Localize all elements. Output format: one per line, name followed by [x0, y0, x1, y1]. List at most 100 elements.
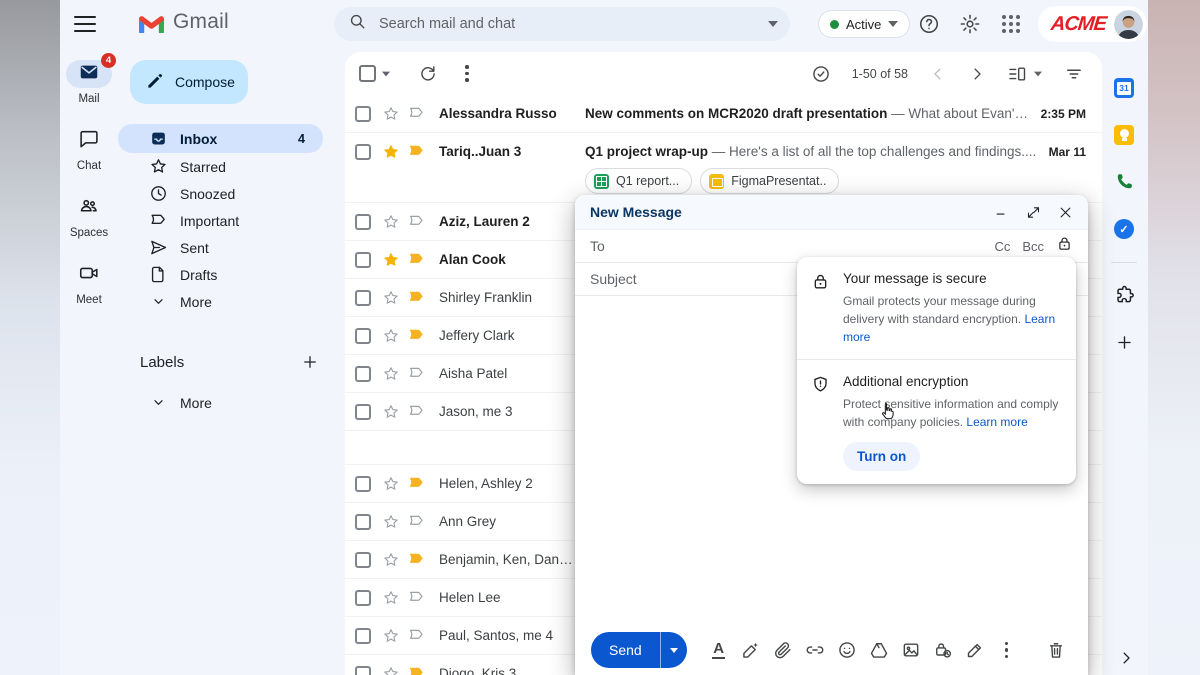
addons-puzzle-icon[interactable]	[1106, 277, 1142, 313]
panel-collapse-chevron-icon[interactable]	[1112, 646, 1140, 670]
sidebar-item-drafts[interactable]: Drafts	[118, 261, 323, 288]
importance-marker-icon[interactable]	[407, 288, 426, 307]
row-checkbox[interactable]	[355, 251, 371, 268]
row-checkbox[interactable]	[355, 403, 371, 420]
rail-item-spaces[interactable]: Spaces	[66, 194, 112, 239]
row-checkbox[interactable]	[355, 665, 371, 675]
sidebar-item-inbox[interactable]: Inbox 4	[118, 124, 323, 153]
message-security-lock-icon[interactable]	[1056, 235, 1073, 257]
search-options-caret-icon[interactable]	[768, 21, 778, 27]
active-status-dropdown[interactable]: Active	[818, 10, 911, 38]
discard-trash-icon[interactable]	[1042, 636, 1070, 664]
reading-pane-toggle[interactable]	[1007, 64, 1043, 84]
star-toggle-icon[interactable]	[382, 327, 400, 345]
more-options-icon[interactable]	[993, 636, 1021, 664]
row-checkbox[interactable]	[355, 513, 371, 530]
row-checkbox[interactable]	[355, 289, 371, 306]
rail-item-meet[interactable]: Meet	[66, 261, 112, 306]
close-icon[interactable]	[1058, 205, 1073, 220]
compose-header[interactable]: New Message	[575, 195, 1088, 230]
row-checkbox[interactable]	[355, 589, 371, 606]
importance-marker-icon[interactable]	[407, 326, 426, 345]
calendar-icon[interactable]: 31	[1106, 70, 1142, 106]
row-checkbox[interactable]	[355, 551, 371, 568]
email-row[interactable]: Tariq..Juan 3 Q1 project wrap-up — Here'…	[345, 133, 1102, 203]
importance-marker-icon[interactable]	[407, 402, 426, 421]
compose-button[interactable]: Compose	[130, 60, 248, 104]
voice-phone-icon[interactable]	[1106, 164, 1142, 200]
attachment-chip[interactable]: Q1 report...	[585, 168, 693, 194]
sidebar-item-starred[interactable]: Starred	[118, 153, 323, 180]
send-button[interactable]: Send	[591, 632, 660, 668]
importance-marker-icon[interactable]	[407, 474, 426, 493]
encryption-learn-more-link[interactable]: Learn more	[966, 415, 1027, 429]
refresh-icon[interactable]	[418, 64, 438, 84]
row-checkbox[interactable]	[355, 143, 371, 160]
importance-marker-icon[interactable]	[407, 664, 426, 675]
row-checkbox[interactable]	[355, 105, 371, 122]
formatting-options-icon[interactable]	[705, 636, 733, 664]
sidebar-item-more[interactable]: More	[118, 288, 323, 315]
tasks-icon[interactable]	[1106, 211, 1142, 247]
star-toggle-icon[interactable]	[382, 143, 400, 161]
star-toggle-icon[interactable]	[382, 105, 400, 123]
older-chevron-right-icon[interactable]	[968, 65, 986, 83]
select-all-checkbox[interactable]	[359, 65, 376, 82]
importance-marker-icon[interactable]	[407, 212, 426, 231]
importance-marker-icon[interactable]	[407, 550, 426, 569]
insert-photo-icon[interactable]	[897, 636, 925, 664]
email-row[interactable]: Alessandra Russo New comments on MCR2020…	[345, 95, 1102, 133]
keep-icon[interactable]	[1106, 117, 1142, 153]
star-toggle-icon[interactable]	[382, 251, 400, 269]
rail-item-chat[interactable]: Chat	[66, 127, 112, 172]
row-checkbox[interactable]	[355, 327, 371, 344]
star-toggle-icon[interactable]	[382, 589, 400, 607]
main-menu-icon[interactable]	[74, 14, 98, 34]
search-input[interactable]	[379, 16, 768, 32]
star-toggle-icon[interactable]	[382, 475, 400, 493]
importance-marker-icon[interactable]	[407, 364, 426, 383]
bcc-button[interactable]: Bcc	[1022, 239, 1044, 254]
star-toggle-icon[interactable]	[382, 513, 400, 531]
star-toggle-icon[interactable]	[382, 365, 400, 383]
newer-chevron-left-icon[interactable]	[929, 65, 947, 83]
pen-spark-icon[interactable]	[737, 636, 765, 664]
cc-button[interactable]: Cc	[994, 239, 1010, 254]
star-toggle-icon[interactable]	[382, 403, 400, 421]
row-checkbox[interactable]	[355, 475, 371, 492]
send-options-caret-icon[interactable]	[659, 632, 687, 668]
settings-gear-icon[interactable]	[957, 11, 983, 37]
minimize-icon[interactable]	[994, 205, 1009, 220]
filter-icon[interactable]	[1064, 64, 1084, 84]
star-toggle-icon[interactable]	[382, 627, 400, 645]
search-bar[interactable]	[334, 7, 790, 41]
sidebar-item-important[interactable]: Important	[118, 207, 323, 234]
signature-pen-icon[interactable]	[961, 636, 989, 664]
star-toggle-icon[interactable]	[382, 551, 400, 569]
importance-marker-icon[interactable]	[407, 512, 426, 531]
attachment-chip[interactable]: FigmaPresentat..	[700, 168, 840, 194]
star-toggle-icon[interactable]	[382, 665, 400, 675]
google-apps-grid-icon[interactable]	[998, 11, 1024, 37]
select-caret-icon[interactable]	[382, 71, 390, 76]
rail-item-mail[interactable]: 4 Mail	[66, 53, 116, 105]
get-addons-plus-icon[interactable]	[1106, 324, 1142, 360]
insert-emoji-icon[interactable]	[833, 636, 861, 664]
attach-paperclip-icon[interactable]	[769, 636, 797, 664]
importance-marker-icon[interactable]	[407, 142, 426, 161]
pop-out-icon[interactable]	[1026, 205, 1041, 220]
insert-from-drive-icon[interactable]	[865, 636, 893, 664]
turn-on-button[interactable]: Turn on	[843, 442, 921, 471]
importance-marker-icon[interactable]	[407, 626, 426, 645]
more-options-icon[interactable]	[465, 65, 469, 82]
star-toggle-icon[interactable]	[382, 289, 400, 307]
labels-more-item[interactable]: More	[118, 389, 323, 416]
help-icon[interactable]	[916, 11, 942, 37]
row-checkbox[interactable]	[355, 365, 371, 382]
confidential-mode-lock-icon[interactable]	[929, 636, 957, 664]
row-checkbox[interactable]	[355, 213, 371, 230]
importance-marker-icon[interactable]	[407, 104, 426, 123]
sidebar-item-snoozed[interactable]: Snoozed	[118, 180, 323, 207]
row-checkbox[interactable]	[355, 627, 371, 644]
insert-link-icon[interactable]	[801, 636, 829, 664]
